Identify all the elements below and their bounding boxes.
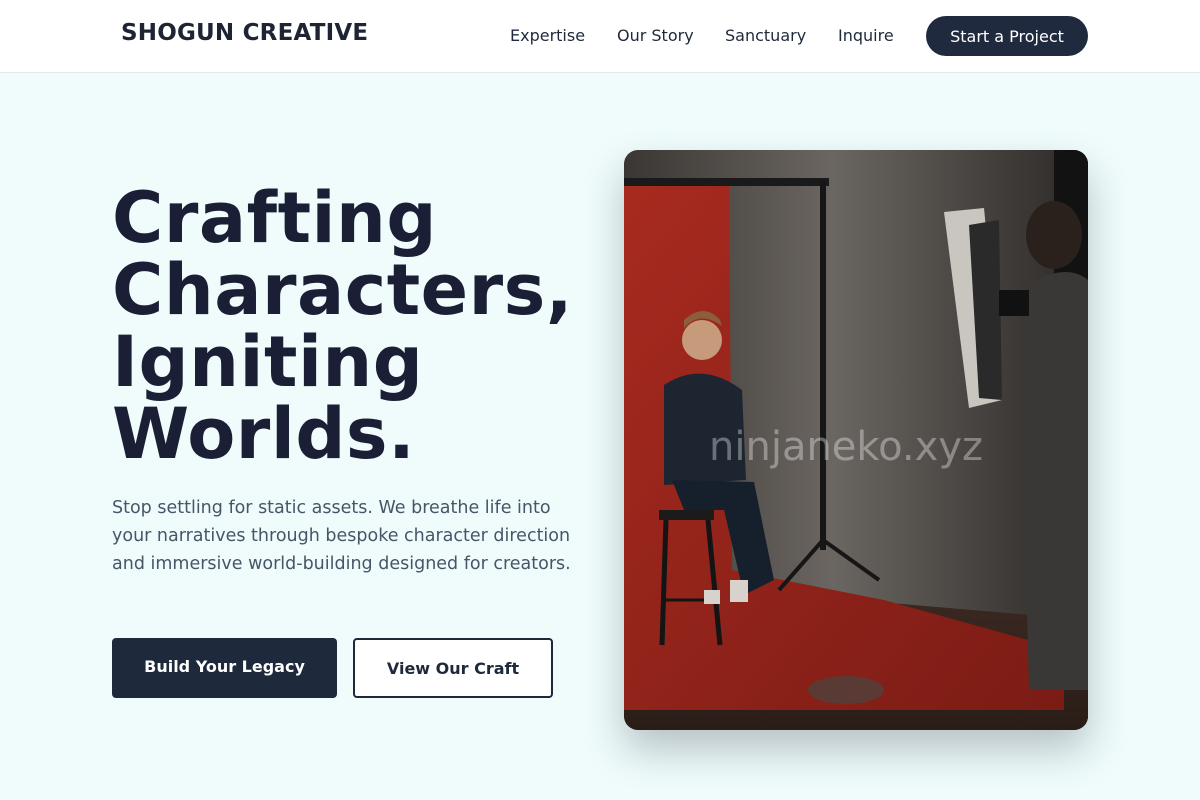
view-craft-button[interactable]: View Our Craft — [353, 638, 553, 698]
hero-headline: Crafting Characters, Igniting Worlds. — [112, 182, 612, 470]
nav-link-expertise[interactable]: Expertise — [510, 26, 585, 45]
hero-description: Stop settling for static assets. We brea… — [112, 498, 571, 574]
image-watermark: ninjaneko.xyz — [709, 424, 983, 470]
site-header: SHOGUN CREATIVE Expertise Our Story Sanc… — [0, 0, 1200, 73]
headline-line-2: Characters, — [112, 249, 573, 331]
nav-link-inquire[interactable]: Inquire — [838, 26, 894, 45]
nav-link-our-story[interactable]: Our Story — [617, 26, 694, 45]
photo-studio-scene: ninjaneko.xyz — [624, 150, 1088, 730]
headline-line-4: Worlds. — [112, 393, 416, 475]
hero-image: ninjaneko.xyz — [624, 150, 1088, 730]
headline-line-3: Igniting — [112, 321, 424, 403]
brand-logo[interactable]: SHOGUN CREATIVE — [121, 20, 368, 46]
headline-line-1: Crafting — [112, 177, 437, 259]
build-legacy-button[interactable]: Build Your Legacy — [112, 638, 337, 698]
start-project-button[interactable]: Start a Project — [926, 16, 1088, 56]
nav-link-sanctuary[interactable]: Sanctuary — [725, 26, 806, 45]
